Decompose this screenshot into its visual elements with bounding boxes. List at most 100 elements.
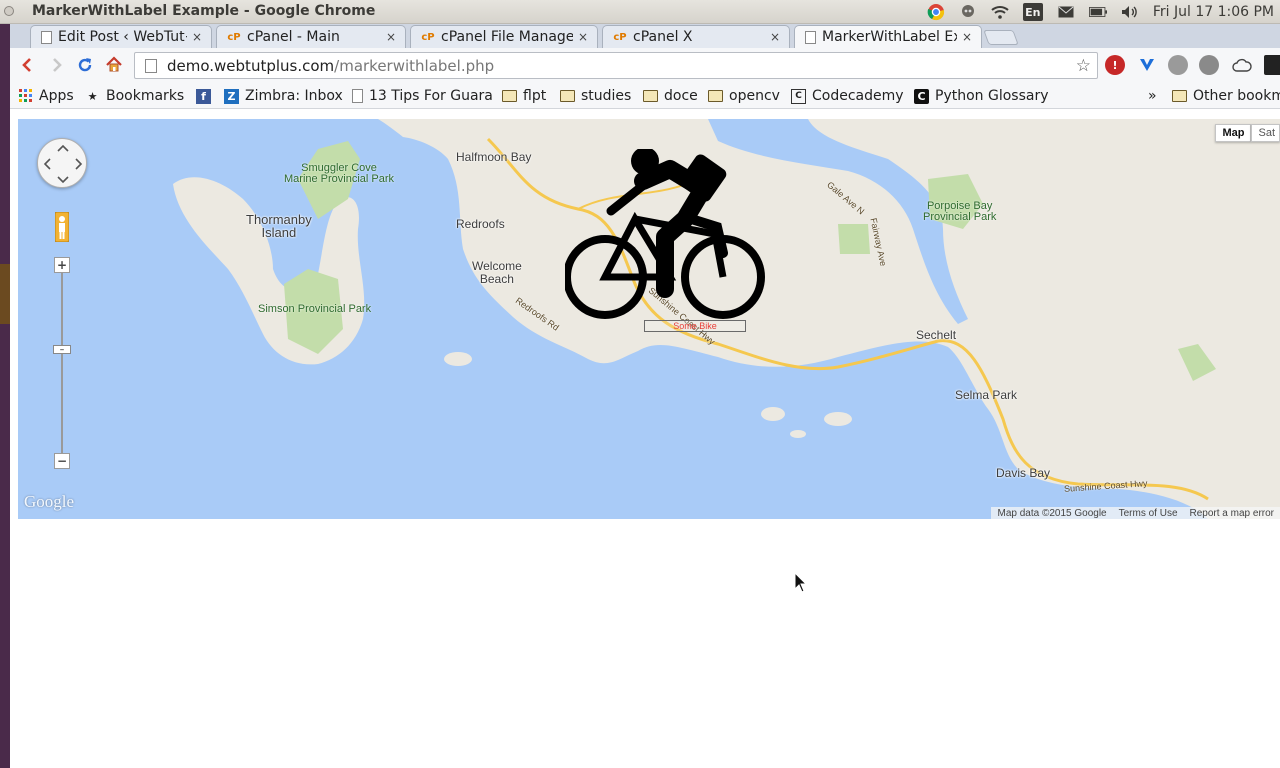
pegman-icon[interactable] xyxy=(54,211,70,243)
os-top-panel: MarkerWithLabel Example - Google Chrome … xyxy=(0,0,1280,24)
tab-strip: Edit Post ‹ WebTut+ × cP cPanel - Main ×… xyxy=(10,24,1280,48)
pan-arrows-icon xyxy=(43,144,83,184)
codecademy-icon: C xyxy=(791,88,806,104)
map-type-map-button[interactable]: Map xyxy=(1215,124,1252,142)
bookmark-bookmarks[interactable]: ★ Bookmarks xyxy=(85,86,185,106)
home-button[interactable] xyxy=(103,54,125,76)
bookmark-label: Python Glossary xyxy=(935,88,1049,104)
islet xyxy=(444,352,472,366)
star-icon: ★ xyxy=(87,89,98,103)
tab-edit-post[interactable]: Edit Post ‹ WebTut+ × xyxy=(30,25,212,48)
adblock-extension-icon[interactable]: ! xyxy=(1105,55,1125,75)
islet xyxy=(790,430,806,438)
wifi-icon[interactable] xyxy=(991,3,1009,21)
back-button[interactable] xyxy=(16,54,38,76)
map-label-porpoise-bay-park: Porpoise Bay Provincial Park xyxy=(923,200,997,223)
page-icon xyxy=(352,89,363,103)
tab-close-icon[interactable]: × xyxy=(961,30,973,44)
map-attribution: Map data ©2015 Google Terms of Use Repor… xyxy=(991,507,1280,519)
url-text: demo.webtutplus.com/markerwithlabel.php xyxy=(167,57,494,75)
chrome-tray-icon[interactable] xyxy=(927,3,945,21)
bookmark-folder-opencv[interactable]: opencv xyxy=(708,86,780,106)
folder-icon xyxy=(643,90,658,102)
forward-arrow-icon xyxy=(53,58,62,72)
new-tab-button[interactable] xyxy=(983,30,1019,45)
url-path: /markerwithlabel.php xyxy=(334,56,495,75)
launcher-item[interactable] xyxy=(0,264,10,324)
bookmark-folder-flpt[interactable]: flpt xyxy=(502,86,546,106)
bookmark-zimbra-inbox[interactable]: Z Zimbra: Inbox xyxy=(224,86,343,106)
terms-of-use-link[interactable]: Terms of Use xyxy=(1113,508,1184,519)
tab-close-icon[interactable]: × xyxy=(769,30,781,44)
reload-button[interactable] xyxy=(74,54,96,76)
bookmark-codecademy[interactable]: C Codecademy xyxy=(791,86,904,106)
map-label-welcome-beach: Welcome Beach xyxy=(472,259,522,286)
address-bar[interactable]: demo.webtutplus.com/markerwithlabel.php … xyxy=(134,52,1098,79)
bookmark-label: Apps xyxy=(39,88,74,104)
bookmark-folder-studies[interactable]: studies xyxy=(560,86,631,106)
tab-close-icon[interactable]: × xyxy=(577,30,589,44)
bookmark-python-glossary[interactable]: C Python Glossary xyxy=(914,86,1049,106)
google-logo[interactable]: Google xyxy=(24,492,74,512)
page-icon xyxy=(145,58,157,73)
bookmark-label: 13 Tips For Guara xyxy=(369,88,493,104)
clock[interactable]: Fri Jul 17 1:06 PM xyxy=(1153,4,1274,20)
tab-label: MarkerWithLabel Ex xyxy=(822,29,957,45)
cloud-extension-icon[interactable] xyxy=(1232,55,1252,75)
bookmark-apps[interactable]: Apps xyxy=(18,86,74,106)
mail-icon[interactable] xyxy=(1057,3,1075,21)
mouse-cursor-icon xyxy=(794,572,808,593)
report-map-error-link[interactable]: Report a map error xyxy=(1184,508,1280,519)
map-label-davis-bay: Davis Bay xyxy=(996,466,1051,480)
folder-icon xyxy=(560,90,575,102)
map-data-credit: Map data ©2015 Google xyxy=(997,507,1107,519)
marker-label[interactable]: Some Bike xyxy=(644,320,746,332)
map-type-satellite-button[interactable]: Sat xyxy=(1251,124,1280,142)
cpanel-icon: cP xyxy=(421,31,435,43)
alien-extension-icon[interactable] xyxy=(1199,55,1219,75)
forward-button[interactable] xyxy=(46,54,68,76)
pan-control[interactable] xyxy=(37,138,87,188)
zoom-slider-track[interactable] xyxy=(61,265,63,465)
zoom-in-button[interactable]: + xyxy=(54,257,70,273)
folder-icon xyxy=(502,90,517,102)
tab-close-icon[interactable]: × xyxy=(191,30,203,44)
tab-close-icon[interactable]: × xyxy=(385,30,397,44)
bookmark-label: Other bookm xyxy=(1193,88,1280,104)
islet xyxy=(824,412,852,426)
tab-cpanel-main[interactable]: cP cPanel - Main × xyxy=(216,25,406,48)
bookmark-other-bookmarks[interactable]: Other bookm xyxy=(1172,86,1280,106)
bike-marker-icon[interactable] xyxy=(565,149,767,321)
home-icon xyxy=(106,56,122,72)
window-close-button[interactable] xyxy=(4,6,14,16)
globe-extension-icon[interactable] xyxy=(1168,55,1188,75)
tab-label: Edit Post ‹ WebTut+ xyxy=(58,29,187,45)
park-area-golf xyxy=(838,224,870,254)
python-glossary-icon: C xyxy=(914,88,929,104)
tab-cpanel-file-manager[interactable]: cP cPanel File Manager × xyxy=(410,25,598,48)
google-map[interactable]: Halfmoon Bay Redroofs Welcome Beach Thor… xyxy=(18,119,1280,519)
window-title: MarkerWithLabel Example - Google Chrome xyxy=(32,3,376,19)
tab-label: cPanel File Manager xyxy=(441,29,573,45)
bookmark-13-tips[interactable]: 13 Tips For Guara xyxy=(352,86,493,106)
map-label-redroofs: Redroofs xyxy=(456,217,505,231)
tab-cpanel-x[interactable]: cP cPanel X × xyxy=(602,25,790,48)
volume-icon[interactable] xyxy=(1121,3,1139,21)
vpn-extension-icon[interactable] xyxy=(1137,55,1157,75)
chat-tray-icon[interactable] xyxy=(959,3,977,21)
folder-icon xyxy=(708,90,723,102)
bookmark-label: studies xyxy=(581,88,632,104)
bookmark-label: Codecademy xyxy=(812,88,904,104)
tab-markerwithlabel[interactable]: MarkerWithLabel Ex × xyxy=(794,25,982,48)
battery-icon[interactable] xyxy=(1088,3,1107,21)
bookmark-facebook[interactable]: f xyxy=(196,86,217,106)
input-method-indicator[interactable]: En xyxy=(1022,3,1043,21)
map-label-halfmoon-bay: Halfmoon Bay xyxy=(456,150,532,164)
bookmark-folder-doce[interactable]: doce xyxy=(643,86,698,106)
bookmarks-overflow-chevron[interactable]: » xyxy=(1148,86,1157,106)
bookmark-label: Zimbra: Inbox xyxy=(245,88,343,104)
zoom-out-button[interactable]: − xyxy=(54,453,70,469)
zoom-slider-thumb[interactable]: – xyxy=(53,345,71,355)
bookmark-star-icon[interactable]: ☆ xyxy=(1076,56,1091,76)
menu-extension-icon[interactable] xyxy=(1264,55,1280,75)
